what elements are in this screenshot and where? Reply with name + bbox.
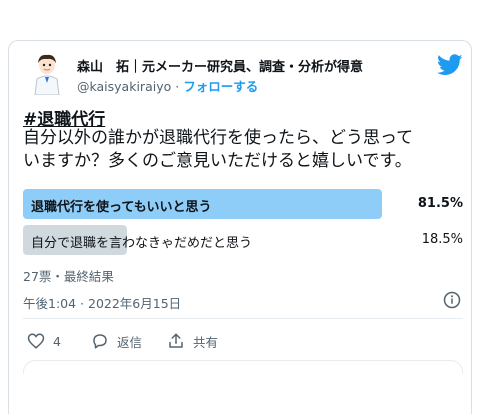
- like-button[interactable]: 4: [27, 331, 61, 351]
- avatar[interactable]: [27, 51, 67, 95]
- reply-button[interactable]: 返信: [91, 331, 142, 351]
- tweet-text: 自分以外の誰かが退職代行を使ったら、どう思って いますか？多くのご意見いただける…: [23, 127, 463, 173]
- poll-option-1-percent: 81.5%: [417, 196, 463, 211]
- poll-option-2-label: 自分で退職を言わなきゃだめだと思う: [31, 236, 253, 251]
- author-display-name[interactable]: 森山 拓｜元メーカー研究員、調査・分析が得意: [77, 56, 363, 75]
- reply-label: 返信: [117, 334, 143, 350]
- tweet-text-line: いますか？多くのご意見いただけると嬉しいです。: [23, 151, 412, 171]
- reply-icon: [93, 334, 107, 349]
- poll-option-2-percent: 18.5%: [421, 232, 463, 247]
- poll-meta: 27票・最終結果: [23, 269, 114, 284]
- share-button[interactable]: 共有: [167, 331, 218, 351]
- handle-separator: ·: [175, 79, 180, 94]
- heart-icon: [27, 333, 45, 349]
- poll-option-1: 退職代行を使ってもいいと思う 81.5%: [23, 189, 463, 219]
- info-icon[interactable]: [443, 291, 461, 309]
- divider: [23, 318, 463, 319]
- like-count: 4: [53, 333, 61, 349]
- poll-option-1-label: 退職代行を使ってもいいと思う: [31, 200, 212, 215]
- tweet-text-line: 自分以外の誰かが退職代行を使ったら、どう思って: [23, 128, 414, 148]
- tweet-card: 森山 拓｜元メーカー研究員、調査・分析が得意 @kaisyakiraiyo · …: [8, 40, 472, 414]
- share-label: 共有: [193, 334, 219, 350]
- tweet-timestamp[interactable]: 午後1:04 · 2022年6月15日: [23, 293, 181, 312]
- author-handle[interactable]: @kaisyakiraiyo: [77, 79, 171, 94]
- share-icon: [169, 333, 183, 348]
- read-replies-box[interactable]: [23, 360, 463, 374]
- twitter-bird-icon[interactable]: [437, 54, 463, 76]
- poll-option-2: 自分で退職を言わなきゃだめだと思う 18.5%: [23, 225, 463, 255]
- author-handle-row: @kaisyakiraiyo · フォローする: [77, 76, 258, 95]
- follow-link[interactable]: フォローする: [183, 79, 258, 94]
